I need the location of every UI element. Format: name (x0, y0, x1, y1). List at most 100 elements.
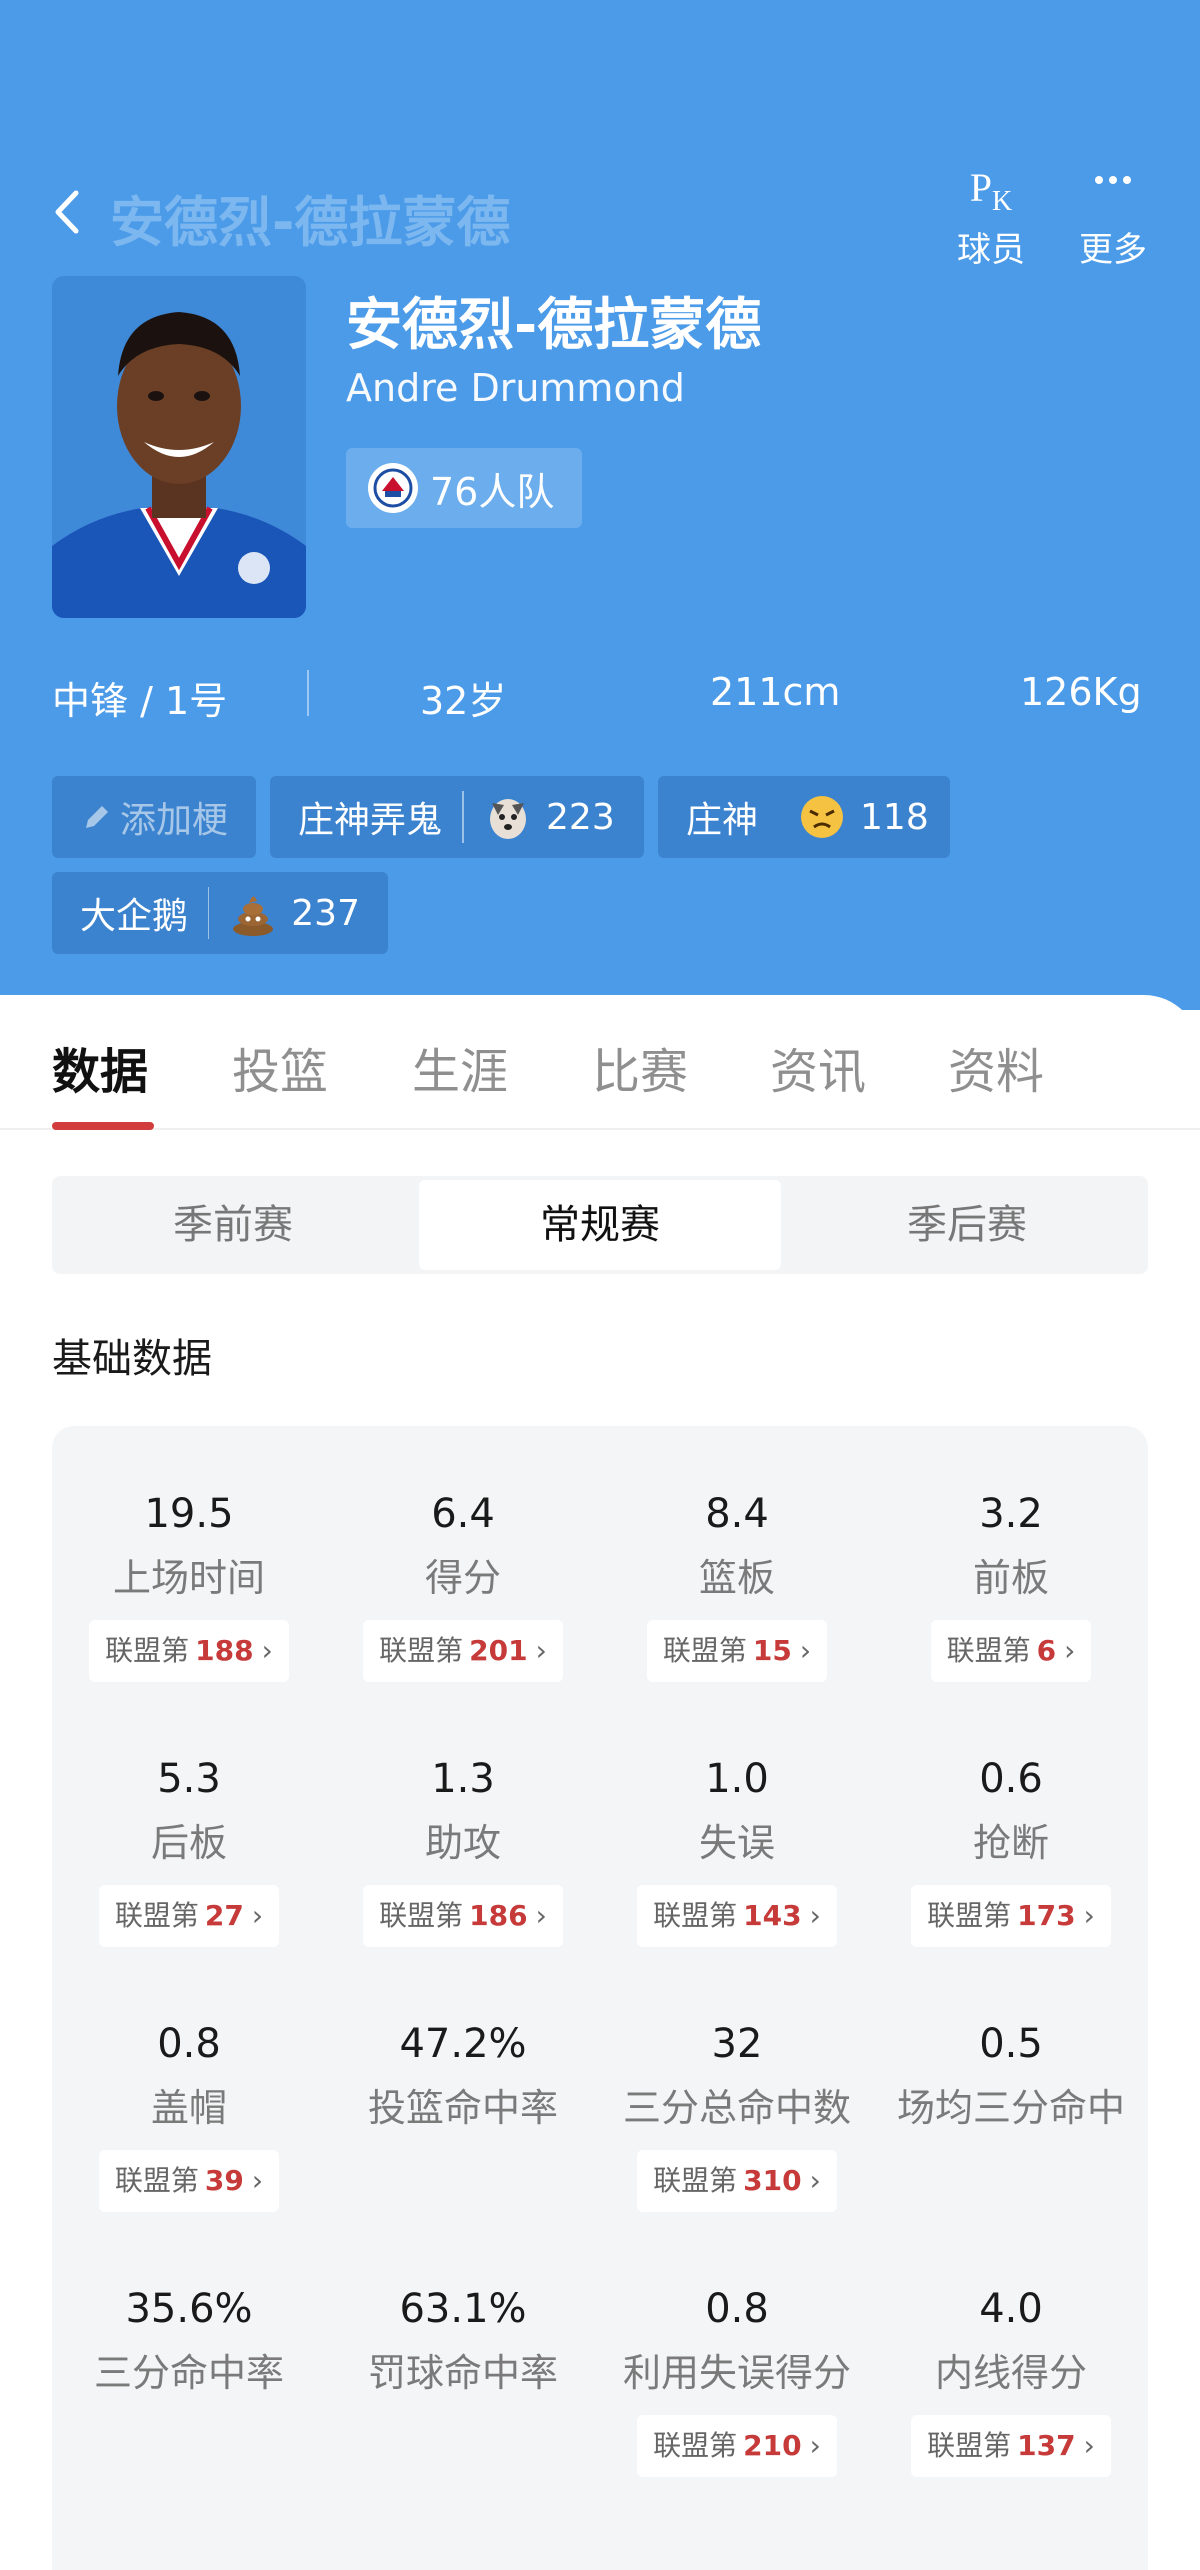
stat-cell: 0.6 抢断联盟第 173 › (874, 1751, 1148, 1947)
stat-value: 6.4 (431, 1491, 495, 1537)
stat-value: 4.0 (979, 2286, 1043, 2332)
stat-cell: 3.2 前板联盟第 6 › (874, 1486, 1148, 1682)
meme-tag-1[interactable]: 庄神弄鬼 223 (270, 776, 644, 858)
more-button[interactable]: 更多 (1058, 158, 1168, 271)
rank-prefix: 联盟第 (927, 1899, 1012, 1932)
rank-number: 201 (469, 1634, 528, 1667)
stat-value: 1.3 (431, 1756, 495, 1802)
season-tab-playoffs[interactable]: 季后赛 (786, 1176, 1148, 1274)
league-rank-button[interactable]: 联盟第 210 › (637, 2415, 837, 2477)
tab-stats[interactable]: 数据 (52, 1032, 148, 1102)
season-tab-regular[interactable]: 常规赛 (419, 1180, 781, 1270)
tab-shooting[interactable]: 投篮 (232, 1032, 328, 1102)
season-type-selector: 季前赛 常规赛 季后赛 (52, 1176, 1148, 1274)
chevron-right-icon: › (1083, 1899, 1095, 1932)
tab-news[interactable]: 资讯 (770, 1032, 866, 1102)
add-meme-label: 添加梗 (119, 800, 228, 841)
stat-label: 得分 (424, 1556, 501, 1600)
league-rank-button[interactable]: 联盟第 310 › (637, 2150, 837, 2212)
nav-title: 安德烈-德拉蒙德 (110, 191, 511, 254)
stat-value: 0.8 (157, 2021, 221, 2067)
season-tab-preseason[interactable]: 季前赛 (52, 1176, 414, 1274)
tab-games[interactable]: 比赛 (592, 1032, 688, 1102)
rank-prefix: 联盟第 (105, 1634, 190, 1667)
player-name-zh: 安德烈-德拉蒙德 (346, 293, 762, 358)
rank-prefix: 联盟第 (114, 2164, 199, 2197)
stat-value: 3.2 (979, 1491, 1043, 1537)
team-chip[interactable]: 76人队 (346, 448, 583, 528)
league-rank-button[interactable]: 联盟第 173 › (911, 1885, 1111, 1947)
stat-value: 32 (711, 2021, 763, 2067)
stat-cell: 6.4 得分联盟第 201 › (326, 1486, 600, 1682)
league-rank-button[interactable]: 联盟第 143 › (637, 1885, 837, 1947)
stat-cell: 35.6% 三分命中率 (52, 2281, 326, 2401)
chevron-right-icon: › (809, 2429, 821, 2462)
chevron-right-icon: › (251, 2164, 264, 2197)
chevron-right-icon: › (535, 1899, 547, 1932)
stat-label: 投篮命中率 (367, 2086, 558, 2130)
meme-tag-2[interactable]: 庄神 118 (658, 776, 950, 858)
chevron-right-icon: › (251, 1899, 264, 1932)
stat-value: 35.6% (125, 2286, 253, 2332)
stat-value: 19.5 (144, 1491, 234, 1537)
stat-label: 上场时间 (112, 1556, 265, 1600)
rank-prefix: 联盟第 (662, 1634, 747, 1667)
chevron-right-icon: › (1064, 1634, 1076, 1667)
league-rank-button[interactable]: 联盟第 15 › (646, 1620, 828, 1682)
stat-cell: 1.3 助攻联盟第 186 › (326, 1751, 600, 1947)
rank-prefix: 联盟第 (653, 2164, 738, 2197)
stat-value: 5.3 (157, 1756, 221, 1802)
stats-grid: 19.5 上场时间 联盟第 188 › 6.4 得分 联盟第 201 › 8.4 篮板 联盟第 15 › 3.… (52, 1426, 1148, 2570)
stat-cell: 1.0 失误 联盟第 143 › (600, 1751, 874, 1947)
stat-value: 8.4 (705, 1491, 769, 1537)
chevron-left-icon (55, 190, 79, 234)
stat-label: 抢断 (972, 1821, 1049, 1865)
stat-cell: 19.5 上场时间联盟第 188 › (52, 1486, 326, 1682)
chevron-right-icon: › (1083, 2429, 1095, 2462)
player-position: 中锋 / 1号 (52, 679, 228, 723)
team-name: 76人队 (430, 469, 555, 514)
league-rank-button[interactable]: 联盟第 27 › (98, 1885, 280, 1947)
rank-prefix: 联盟第 (946, 1634, 1031, 1667)
player-info-row: 中锋 / 1号 32岁 211cm 126Kg (52, 660, 1152, 730)
chevron-right-icon: › (261, 1634, 273, 1667)
stat-label: 前板 (972, 1556, 1049, 1600)
league-rank-button[interactable]: 联盟第 6 › (930, 1620, 1092, 1682)
poop-emoji-icon (229, 889, 277, 937)
stat-label: 内线得分 (934, 2351, 1087, 2395)
main-tabs: 数据 投篮 生涯 比赛 资讯 资料 (0, 1010, 1200, 1130)
stat-label: 三分命中率 (93, 2351, 284, 2395)
more-label: 更多 (1079, 230, 1147, 270)
stat-value: 47.2% (399, 2021, 527, 2067)
stat-label: 盖帽 (150, 2086, 227, 2130)
league-rank-button[interactable]: 联盟第 186 › (363, 1885, 563, 1947)
league-rank-button[interactable]: 联盟第 137 › (911, 2415, 1111, 2477)
back-button[interactable] (52, 182, 92, 242)
league-rank-button[interactable]: 联盟第 39 › (98, 2150, 280, 2212)
player-weight: 126Kg (1020, 670, 1142, 714)
more-dots-icon (1058, 158, 1168, 218)
stat-cell: 32 三分总命中数 联盟第 310 › (600, 2016, 874, 2212)
meme-tag-3[interactable]: 大企鹅 237 (52, 872, 388, 954)
rank-number: 173 (1017, 1899, 1076, 1932)
tab-career[interactable]: 生涯 (412, 1032, 508, 1102)
pk-button[interactable]: PK 球员 (936, 158, 1046, 271)
tag-divider (462, 791, 465, 843)
chevron-right-icon: › (535, 1634, 547, 1667)
league-rank-button[interactable]: 联盟第 201 › (363, 1620, 563, 1682)
meme-tag-label: 大企鹅 (80, 896, 189, 937)
stat-value: 0.6 (979, 1756, 1043, 1802)
rank-prefix: 联盟第 (114, 1899, 199, 1932)
stat-value: 0.5 (979, 2021, 1043, 2067)
stat-label: 助攻 (424, 1821, 501, 1865)
tab-profile[interactable]: 资料 (948, 1032, 1044, 1102)
league-rank-button[interactable]: 联盟第 188 › (89, 1620, 289, 1682)
angry-emoji-icon (798, 793, 846, 841)
add-meme-button[interactable]: 添加梗 (52, 776, 256, 858)
meme-tag-label: 庄神 (686, 800, 759, 841)
player-name-en: Andre Drummond (346, 366, 685, 410)
stat-label: 场均三分命中 (896, 2086, 1125, 2130)
tag-divider (208, 887, 210, 939)
team-logo-icon (368, 463, 418, 513)
stat-cell: 8.4 篮板 联盟第 15 › (600, 1486, 874, 1682)
